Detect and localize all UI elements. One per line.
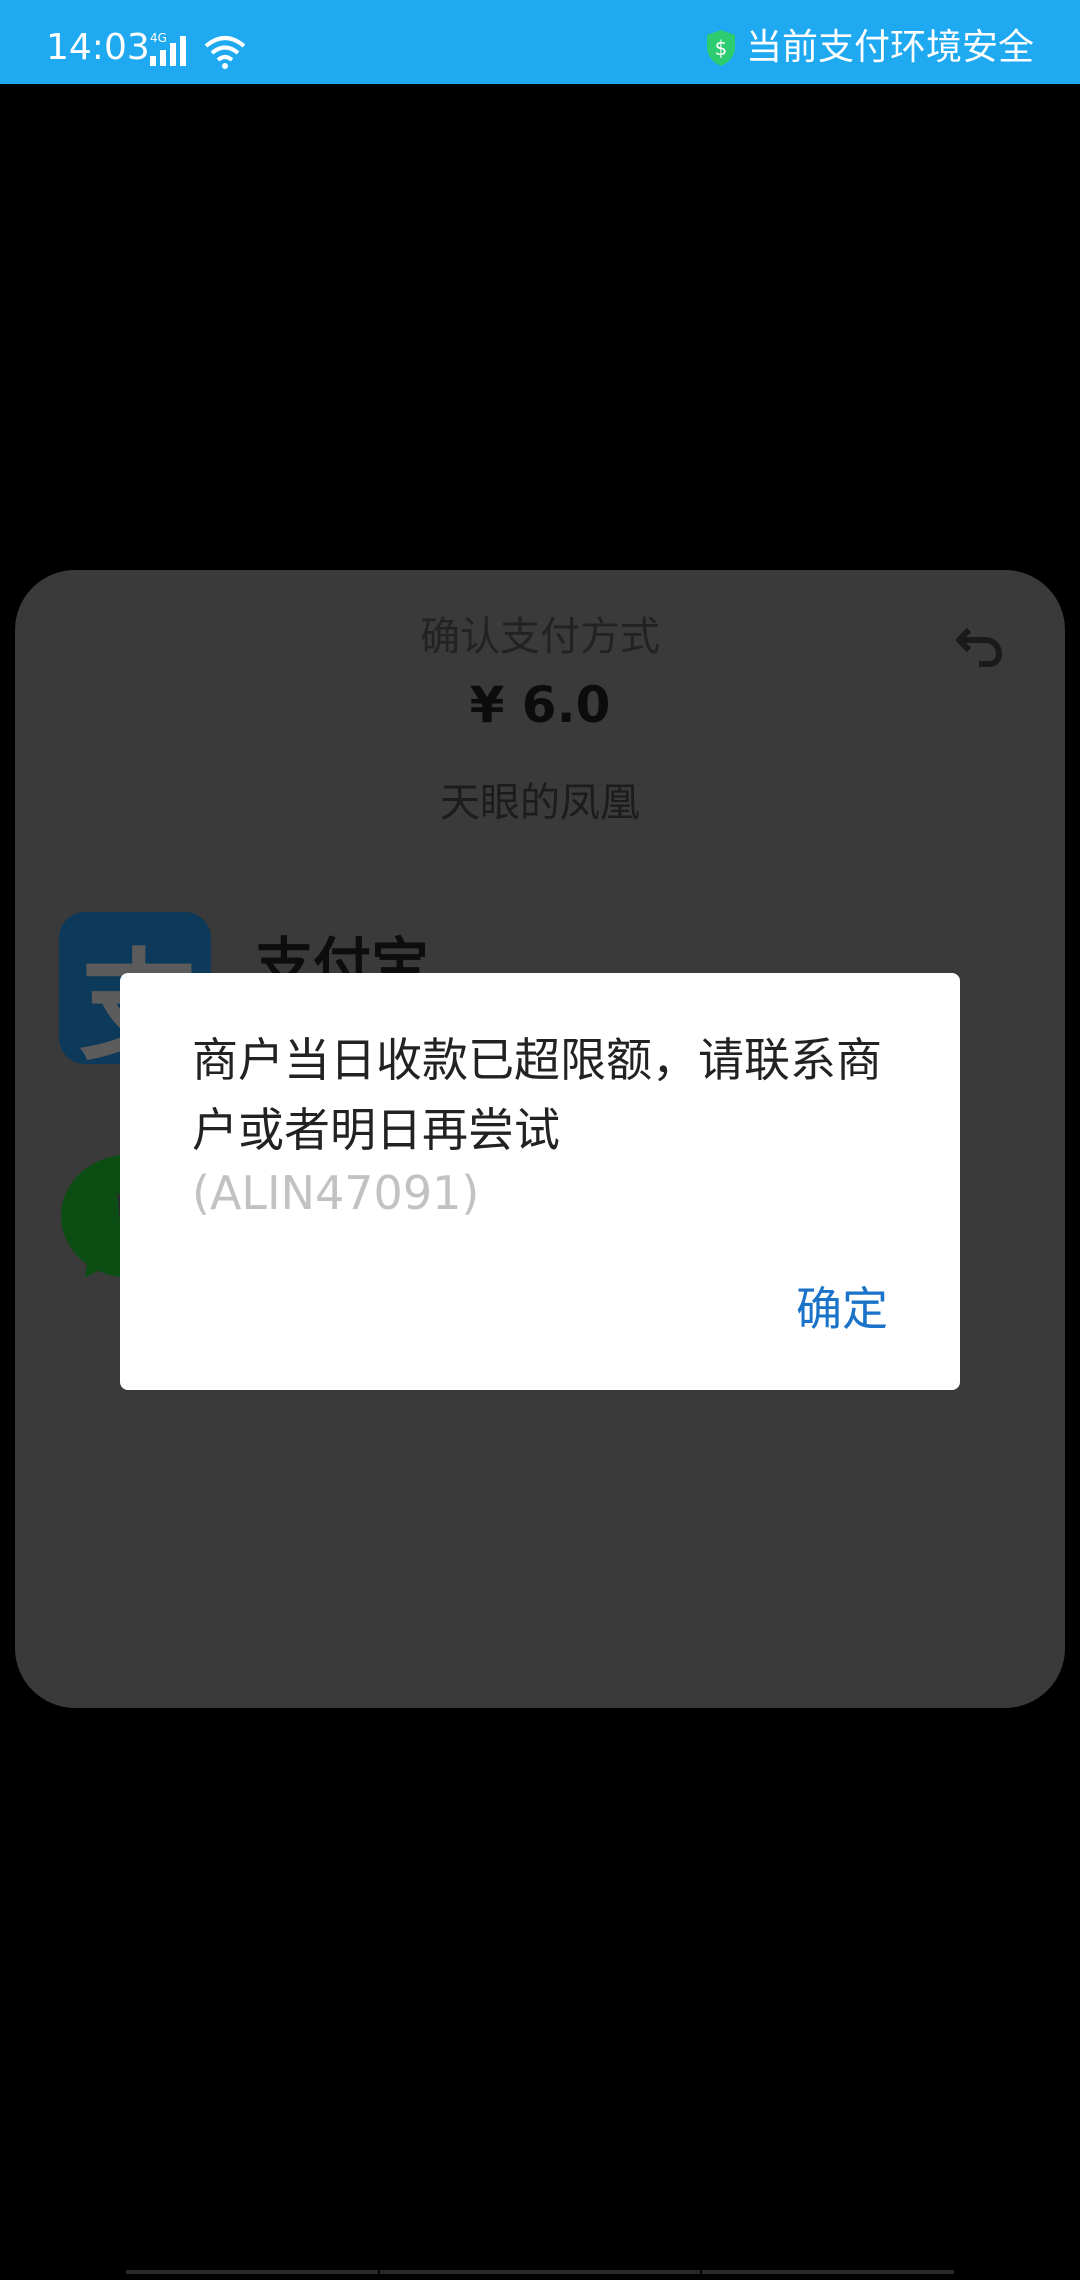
alert-dialog: 商户当日收款已超限额，请联系商户或者明日再尝试 (ALIN47091) 确定	[120, 973, 960, 1390]
shield-icon: $	[706, 30, 735, 66]
merchant-name: 天眼的凤凰	[440, 780, 640, 826]
signal-icon: 4G	[150, 31, 186, 66]
status-time: 14:03	[46, 27, 150, 68]
sheet-title: 确认支付方式	[420, 614, 660, 660]
svg-text:$: $	[715, 36, 728, 60]
nav-divider	[126, 2270, 378, 2274]
network-label: 4G	[150, 31, 167, 45]
wifi-icon	[204, 36, 246, 69]
back-arrow-icon[interactable]	[953, 622, 1005, 670]
confirm-button[interactable]: 确定	[796, 1273, 888, 1339]
payment-amount: ¥ 6.0	[469, 676, 611, 734]
status-bar: 14:03 4G $ 当前支付环境安全	[0, 0, 1080, 84]
dialog-message: 商户当日收款已超限额，请联系商户或者明日再尝试	[192, 1033, 882, 1157]
secure-indicator: $ 当前支付环境安全	[704, 26, 1034, 70]
nav-divider	[380, 2270, 700, 2274]
nav-divider	[702, 2270, 954, 2274]
secure-text: 当前支付环境安全	[745, 27, 1034, 68]
error-code: (ALIN47091)	[192, 1166, 480, 1220]
